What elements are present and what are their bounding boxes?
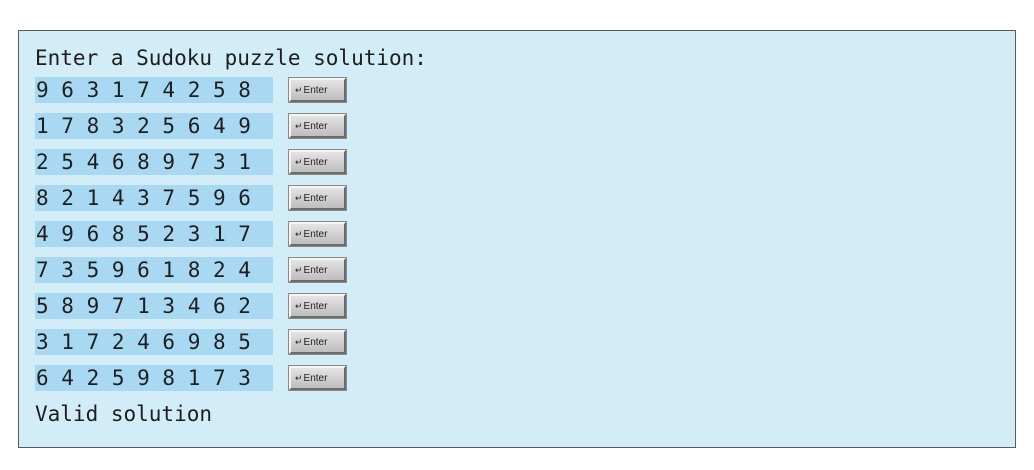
result-text: Valid solution bbox=[35, 402, 213, 426]
return-arrow-icon: ↵ bbox=[295, 373, 303, 383]
return-arrow-icon: ↵ bbox=[295, 229, 303, 239]
input-row-digits: 4 9 6 8 5 2 3 1 7 bbox=[35, 221, 273, 247]
input-row-digits: 1 7 8 3 2 5 6 4 9 bbox=[35, 113, 273, 139]
return-arrow-icon: ↵ bbox=[295, 265, 303, 275]
input-row-digits: 5 8 9 7 1 3 4 6 2 bbox=[35, 293, 273, 319]
enter-key-label: Enter bbox=[303, 193, 328, 204]
enter-key-icon: ↵Enter bbox=[288, 113, 347, 139]
input-row-digits: 2 5 4 6 8 9 7 3 1 bbox=[35, 149, 273, 175]
input-row-digits: 9 6 3 1 7 4 2 5 8 bbox=[35, 77, 273, 103]
input-row-digits: 3 1 7 2 4 6 9 8 5 bbox=[35, 329, 273, 355]
enter-key-icon: ↵Enter bbox=[288, 329, 347, 355]
return-arrow-icon: ↵ bbox=[295, 157, 303, 167]
console-output-panel: Enter a Sudoku puzzle solution: 9 6 3 1 … bbox=[18, 30, 1016, 448]
return-arrow-icon: ↵ bbox=[295, 193, 303, 203]
enter-key-icon: ↵Enter bbox=[288, 185, 347, 211]
input-row-digits: 6 4 2 5 9 8 1 7 3 bbox=[35, 365, 273, 391]
return-arrow-icon: ↵ bbox=[295, 301, 303, 311]
enter-key-icon: ↵Enter bbox=[288, 77, 347, 103]
return-arrow-icon: ↵ bbox=[295, 337, 303, 347]
input-row-digits: 8 2 1 4 3 7 5 9 6 bbox=[35, 185, 273, 211]
enter-key-label: Enter bbox=[303, 265, 328, 276]
enter-key-icon: ↵Enter bbox=[288, 149, 347, 175]
enter-key-label: Enter bbox=[303, 157, 328, 168]
input-row-digits: 7 3 5 9 6 1 8 2 4 bbox=[35, 257, 273, 283]
enter-key-label: Enter bbox=[303, 301, 328, 312]
enter-key-label: Enter bbox=[303, 121, 328, 132]
enter-key-label: Enter bbox=[303, 337, 328, 348]
return-arrow-icon: ↵ bbox=[295, 121, 303, 131]
enter-key-icon: ↵Enter bbox=[288, 293, 347, 319]
enter-key-icon: ↵Enter bbox=[288, 221, 347, 247]
enter-key-label: Enter bbox=[303, 373, 328, 384]
return-arrow-icon: ↵ bbox=[295, 85, 303, 95]
prompt-text: Enter a Sudoku puzzle solution: bbox=[35, 46, 427, 70]
enter-key-icon: ↵Enter bbox=[288, 365, 347, 391]
enter-key-label: Enter bbox=[303, 229, 328, 240]
enter-key-label: Enter bbox=[303, 85, 328, 96]
enter-key-icon: ↵Enter bbox=[288, 257, 347, 283]
